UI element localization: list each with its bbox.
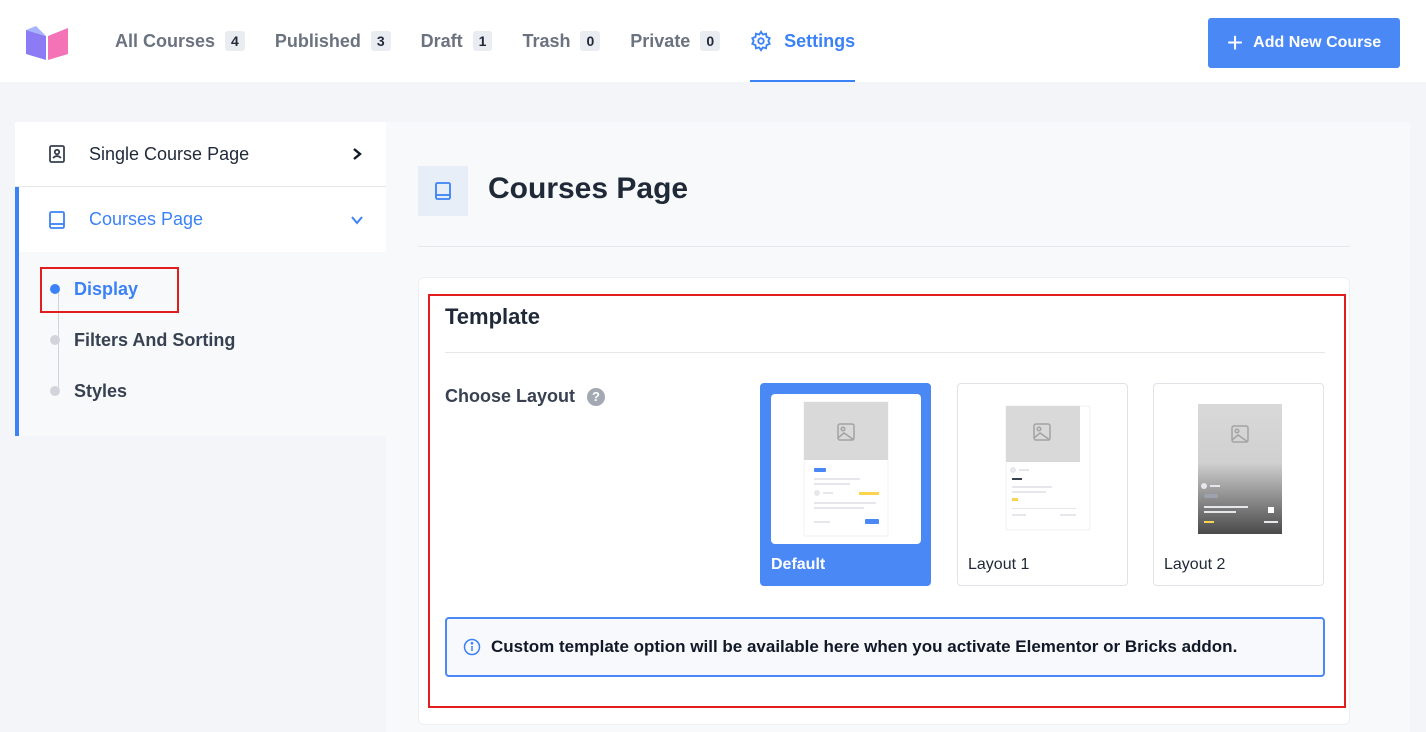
tab-private[interactable]: Private 0 (630, 0, 721, 82)
top-bar: All Courses 4 Published 3 Draft 1 Trash … (0, 0, 1426, 82)
gear-icon (751, 30, 772, 52)
tab-label: All Courses (115, 30, 216, 51)
page-heading-icon-box (418, 166, 468, 216)
add-new-course-label: Add New Course (1253, 34, 1382, 51)
chevron-right-icon (353, 148, 362, 160)
divider (418, 246, 1350, 247)
tab-settings[interactable]: Settings (750, 0, 856, 82)
sidebar-item-label: Courses Page (89, 209, 204, 229)
tab-count-badge: 1 (472, 31, 493, 51)
tab-published[interactable]: Published 3 (275, 0, 391, 82)
course-status-tabs: All Courses 4 Published 3 Draft 1 Trash … (115, 0, 885, 82)
tab-count-badge: 4 (225, 31, 245, 51)
submenu-item-label: Styles (74, 380, 128, 401)
tab-count-badge: 0 (580, 31, 601, 51)
inactive-dot (50, 386, 60, 396)
chevron-down-icon (351, 215, 363, 225)
tab-count-badge: 3 (370, 31, 391, 51)
tab-all-courses[interactable]: All Courses 4 (115, 0, 245, 82)
logo-icon (26, 26, 68, 60)
settings-sidebar: Single Course Page Courses Page Display (15, 122, 386, 732)
tab-count-badge: 0 (700, 31, 721, 51)
plus-icon: + (1226, 27, 1244, 58)
submenu-item-label: Filters And Sorting (74, 329, 236, 350)
tab-label: Settings (784, 30, 856, 51)
tab-label: Trash (522, 30, 571, 51)
sidebar-item-courses-page[interactable]: Courses Page (15, 187, 386, 252)
page-title: Courses Page (488, 172, 689, 205)
tab-draft[interactable]: Draft 1 (421, 0, 493, 82)
inactive-dot (50, 335, 60, 345)
sidebar-item-label: Single Course Page (89, 143, 250, 164)
sidebar-item-single-course-page[interactable]: Single Course Page (15, 122, 386, 187)
book-icon (435, 182, 451, 200)
add-new-course-button[interactable]: + Add New Course (1208, 18, 1400, 68)
highlight-box-display (40, 267, 179, 313)
book-icon (49, 210, 65, 229)
highlight-box-template (428, 294, 1346, 708)
tab-label: Draft (420, 30, 463, 51)
tab-label: Published (274, 30, 361, 51)
user-card-icon (49, 145, 65, 163)
tab-label: Private (630, 30, 691, 51)
tab-trash[interactable]: Trash 0 (522, 0, 601, 82)
